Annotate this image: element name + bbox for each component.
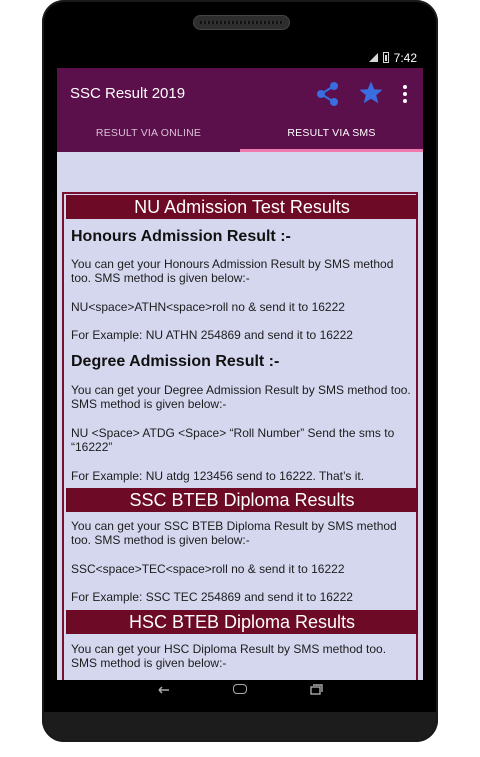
honours-intro: You can get your Honours Admission Resul… xyxy=(71,257,394,285)
tab-bar: RESULT VIA ONLINE RESULT VIA SMS xyxy=(57,120,423,152)
status-bar: 7:42 xyxy=(57,48,423,68)
tab-result-via-sms[interactable]: RESULT VIA SMS xyxy=(240,120,423,152)
degree-title: Degree Admission Result :- xyxy=(71,353,280,370)
honours-title: Honours Admission Result :- xyxy=(71,228,291,245)
tab-result-via-online[interactable]: RESULT VIA ONLINE xyxy=(57,120,240,152)
nu-section-header: NU Admission Test Results xyxy=(66,195,418,219)
app-title: SSC Result 2019 xyxy=(70,85,186,102)
recents-icon[interactable] xyxy=(310,684,323,695)
speaker-grille xyxy=(193,15,290,30)
hsc-intro: You can get your HSC Diploma Result by S… xyxy=(71,642,387,670)
status-time: 7:42 xyxy=(393,51,417,65)
home-icon[interactable] xyxy=(233,684,247,694)
bottom-bezel xyxy=(42,712,438,742)
share-icon[interactable] xyxy=(315,81,341,107)
signal-icon xyxy=(369,53,378,62)
app-screen: 7:42 SSC Result 2019 RESULT VIA ONLINE R… xyxy=(57,48,423,680)
star-icon[interactable] xyxy=(358,80,384,106)
sms-content-scroll[interactable]: NU Admission Test Results Honours Admiss… xyxy=(57,152,423,680)
ssc-format: SSC<space>TEC<space>roll no & send it to… xyxy=(71,562,345,576)
more-vert-icon[interactable] xyxy=(397,83,413,105)
app-toolbar: SSC Result 2019 xyxy=(57,68,423,120)
honours-format: NU<space>ATHN<space>roll no & send it to… xyxy=(71,300,345,314)
navigation-bar xyxy=(57,680,423,700)
battery-icon xyxy=(383,52,389,63)
degree-format: NU <Space> ATDG <Space> “Roll Number” Se… xyxy=(71,426,395,454)
ssc-intro: You can get your SSC BTEB Diploma Result… xyxy=(71,519,397,547)
degree-example: For Example: NU atdg 123456 send to 1622… xyxy=(71,469,365,483)
results-card: NU Admission Test Results Honours Admiss… xyxy=(62,192,418,680)
honours-example: For Example: NU ATHN 254869 and send it … xyxy=(71,328,353,342)
ssc-example: For Example: SSC TEC 254869 and send it … xyxy=(71,590,353,604)
hsc-section-header: HSC BTEB Diploma Results xyxy=(66,610,418,634)
ssc-section-header: SSC BTEB Diploma Results xyxy=(66,488,418,512)
back-icon[interactable] xyxy=(157,685,171,695)
degree-intro: You can get your Degree Admission Result… xyxy=(71,383,411,411)
